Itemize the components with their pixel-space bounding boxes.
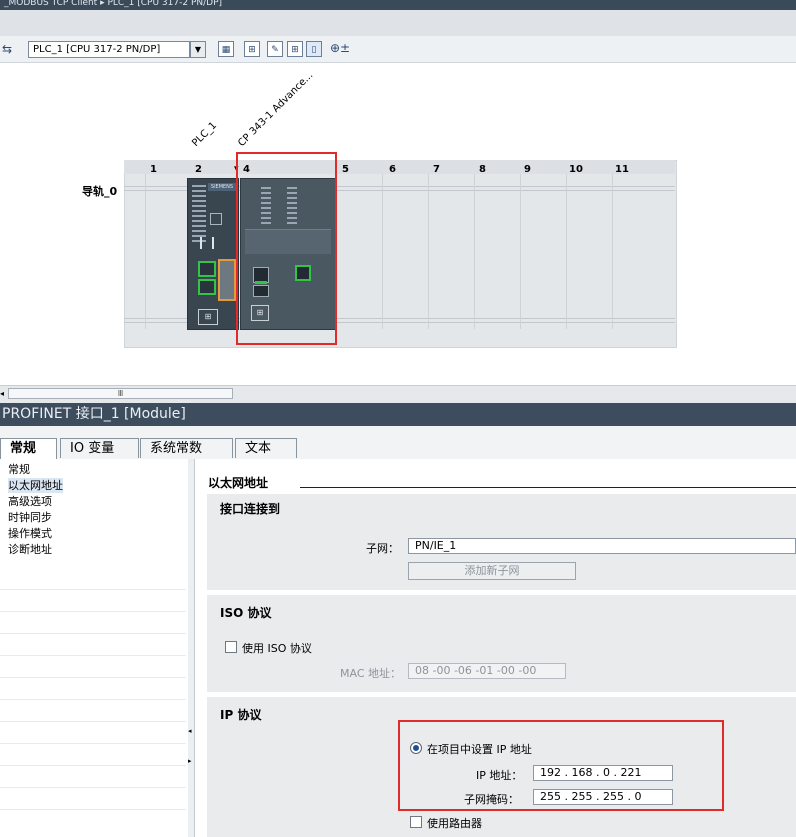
window-title: _MODBUS TCP Client ▸ PLC_1 [CPU 317-2 PN… — [0, 0, 796, 10]
nav-divider — [0, 721, 186, 722]
frame-icon[interactable]: ▯ — [306, 41, 322, 57]
scroll-thumb[interactable]: Ⅲ — [8, 388, 233, 399]
set-ip-in-project-radio[interactable] — [410, 742, 422, 754]
section-title-iso: ISO 协议 — [220, 606, 272, 620]
slot-header-bar — [124, 160, 675, 174]
switch-icon — [200, 237, 214, 249]
nav-divider — [0, 589, 186, 590]
nav-splitter[interactable] — [188, 459, 195, 837]
highlight-cp-module — [236, 152, 337, 345]
mac-label: MAC 地址： — [340, 667, 401, 680]
slot-divider — [612, 174, 613, 329]
slot-divider — [520, 174, 521, 329]
slot-number: 6 — [389, 164, 396, 175]
slot-number: 11 — [615, 164, 629, 175]
nav-divider — [0, 699, 186, 700]
slot-divider — [428, 174, 429, 329]
brand-plate: SIEMENS — [208, 183, 236, 191]
group-title: 以太网地址 — [208, 476, 269, 490]
use-iso-label: 使用 ISO 协议 — [242, 642, 312, 655]
expand-right-icon[interactable]: ▸ — [188, 757, 192, 765]
ip-address-field[interactable]: 192 . 168 . 0 . 221 — [533, 765, 673, 781]
cpu-module[interactable]: SIEMENS ⊞ — [187, 178, 239, 330]
nav-divider — [0, 677, 186, 678]
subnet-field[interactable]: PN/IE_1 — [408, 538, 796, 554]
nav-ethernet-addresses[interactable]: 以太网地址 — [8, 478, 63, 493]
nav-divider — [0, 633, 186, 634]
nav-general[interactable]: 常规 — [8, 462, 30, 477]
nav-divider — [0, 655, 186, 656]
tab-io-tags[interactable]: IO 变量 — [60, 438, 139, 458]
slot-number: 2 — [195, 164, 202, 175]
slot-divider — [566, 174, 567, 329]
scroll-left-icon[interactable]: ◂ — [0, 389, 7, 399]
ethernet-port-icon — [198, 261, 216, 277]
slot-divider — [474, 174, 475, 329]
device-network-icon[interactable]: ⇆ — [2, 42, 12, 56]
nav-advanced-options[interactable]: 高级选项 — [8, 494, 52, 509]
pen-icon[interactable]: ✎ — [267, 41, 283, 57]
led-strip — [192, 185, 206, 245]
subnet-mask-field[interactable]: 255 . 255 . 255 . 0 — [533, 789, 673, 805]
use-iso-checkbox[interactable] — [225, 641, 237, 653]
slot-number: 10 — [569, 164, 583, 175]
nav-diagnostic-address[interactable]: 诊断地址 — [8, 542, 52, 557]
slot-number: 1 — [150, 164, 157, 175]
slot-number: 7 — [433, 164, 440, 175]
nav-divider — [0, 787, 186, 788]
memory-card-slot — [210, 213, 222, 225]
properties-nav: 常规 以太网地址 高级选项 时钟同步 操作模式 诊断地址 — [0, 459, 189, 837]
ethernet-port-icon — [198, 279, 216, 295]
slot-number: 9 — [524, 164, 531, 175]
device-view-icon[interactable]: ▦ — [218, 41, 234, 57]
nav-divider — [0, 611, 186, 612]
nav-time-sync[interactable]: 时钟同步 — [8, 510, 52, 525]
chevron-down-icon[interactable]: ▼ — [190, 41, 206, 58]
mac-field[interactable]: 08 -00 -06 -01 -00 -00 — [408, 663, 566, 679]
properties-title: PROFINET 接口_1 [Module] — [0, 403, 796, 426]
slot-divider — [145, 174, 146, 329]
ip-address-label: IP 地址： — [476, 769, 523, 782]
rail-label: 导轨_0 — [82, 185, 118, 198]
set-ip-in-project-label: 在项目中设置 IP 地址 — [427, 743, 532, 756]
tab-system-constants[interactable]: 系统常数 — [140, 438, 233, 458]
subnet-mask-label: 子网掩码： — [464, 793, 519, 806]
section-title-ip: IP 协议 — [220, 708, 262, 722]
subnet-label: 子网： — [366, 542, 399, 555]
use-router-checkbox[interactable] — [410, 816, 422, 828]
slot-number: 5 — [342, 164, 349, 175]
nav-divider — [0, 765, 186, 766]
show-names-icon[interactable]: ⊞ — [244, 41, 260, 57]
grid-icon[interactable]: ⊞ — [287, 41, 303, 57]
zoom-icon[interactable]: ⊕± — [330, 41, 350, 55]
tab-texts[interactable]: 文本 — [235, 438, 297, 458]
slot-number: 8 — [479, 164, 486, 175]
nav-divider — [0, 743, 186, 744]
module-box-icon: ⊞ — [198, 309, 218, 325]
device-select[interactable]: PLC_1 [CPU 317-2 PN/DP] — [28, 41, 190, 58]
device-toolbar: ⇆ PLC_1 [CPU 317-2 PN/DP] ▼ ▦ ⊞ ✎ ⊞ ▯ ⊕± — [0, 36, 796, 63]
editor-tabstrip — [0, 10, 796, 37]
use-router-label: 使用路由器 — [427, 817, 482, 830]
dp-port-icon — [218, 259, 236, 301]
section-title-interface: 接口连接到 — [220, 502, 281, 516]
group-title-rule — [300, 487, 796, 488]
slot-divider — [382, 174, 383, 329]
add-subnet-button[interactable]: 添加新子网 — [408, 562, 576, 580]
nav-operating-mode[interactable]: 操作模式 — [8, 526, 52, 541]
nav-divider — [0, 809, 186, 810]
tab-general[interactable]: 常规 — [0, 438, 57, 459]
collapse-left-icon[interactable]: ◂ — [188, 727, 192, 735]
